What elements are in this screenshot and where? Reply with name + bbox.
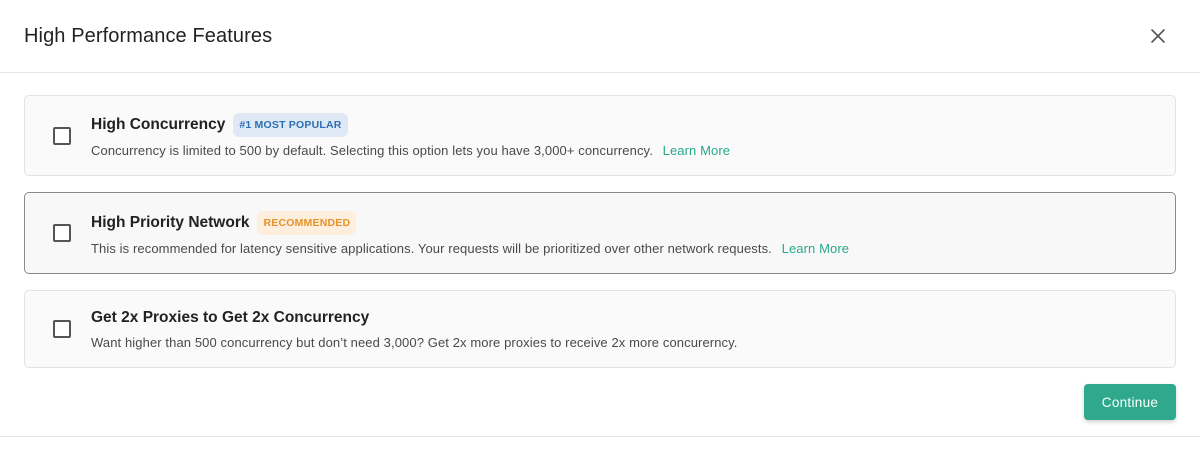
recommended-badge: RECOMMENDED bbox=[257, 210, 357, 235]
feature-options-list: High Concurrency #1 MOST POPULAR Concurr… bbox=[0, 73, 1200, 368]
learn-more-link[interactable]: Learn More bbox=[663, 143, 730, 158]
modal-header: High Performance Features bbox=[0, 0, 1200, 73]
option-description: This is recommended for latency sensitiv… bbox=[91, 241, 849, 256]
option-title-row: Get 2x Proxies to Get 2x Concurrency bbox=[91, 309, 738, 327]
option-high-priority-network[interactable]: High Priority Network RECOMMENDED This i… bbox=[24, 192, 1176, 274]
close-button[interactable] bbox=[1146, 24, 1170, 48]
option-title: High Concurrency bbox=[91, 116, 226, 133]
option-body: High Priority Network RECOMMENDED This i… bbox=[91, 210, 849, 256]
option-title-row: High Concurrency #1 MOST POPULAR bbox=[91, 113, 730, 137]
modal-title: High Performance Features bbox=[24, 24, 273, 47]
modal-footer: Continue bbox=[1084, 384, 1176, 420]
option-title: Get 2x Proxies to Get 2x Concurrency bbox=[91, 308, 370, 326]
option-high-concurrency[interactable]: High Concurrency #1 MOST POPULAR Concurr… bbox=[24, 95, 1176, 176]
bottom-strip bbox=[0, 437, 1200, 454]
most-popular-badge: #1 MOST POPULAR bbox=[233, 113, 348, 137]
close-icon bbox=[1151, 29, 1165, 43]
2x-proxies-checkbox[interactable] bbox=[53, 320, 71, 338]
option-title: High Priority Network bbox=[91, 213, 250, 231]
option-2x-proxies[interactable]: Get 2x Proxies to Get 2x Concurrency Wan… bbox=[24, 290, 1176, 368]
option-title-row: High Priority Network RECOMMENDED bbox=[91, 210, 849, 235]
option-description-text: Want higher than 500 concurrency but don… bbox=[91, 334, 738, 350]
high-concurrency-checkbox[interactable] bbox=[53, 126, 71, 145]
option-description: Concurrency is limited to 500 by default… bbox=[91, 143, 730, 158]
option-body: Get 2x Proxies to Get 2x Concurrency Wan… bbox=[91, 309, 738, 350]
option-description: Want higher than 500 concurrency but don… bbox=[91, 335, 738, 350]
option-description-text: This is recommended for latency sensitiv… bbox=[91, 240, 772, 256]
high-priority-network-checkbox[interactable] bbox=[53, 224, 71, 242]
learn-more-link[interactable]: Learn More bbox=[782, 241, 849, 256]
option-description-text: Concurrency is limited to 500 by default… bbox=[91, 143, 653, 158]
continue-button[interactable]: Continue bbox=[1084, 384, 1176, 420]
option-body: High Concurrency #1 MOST POPULAR Concurr… bbox=[91, 113, 730, 158]
high-performance-modal: High Performance Features High Concurren… bbox=[0, 0, 1200, 454]
